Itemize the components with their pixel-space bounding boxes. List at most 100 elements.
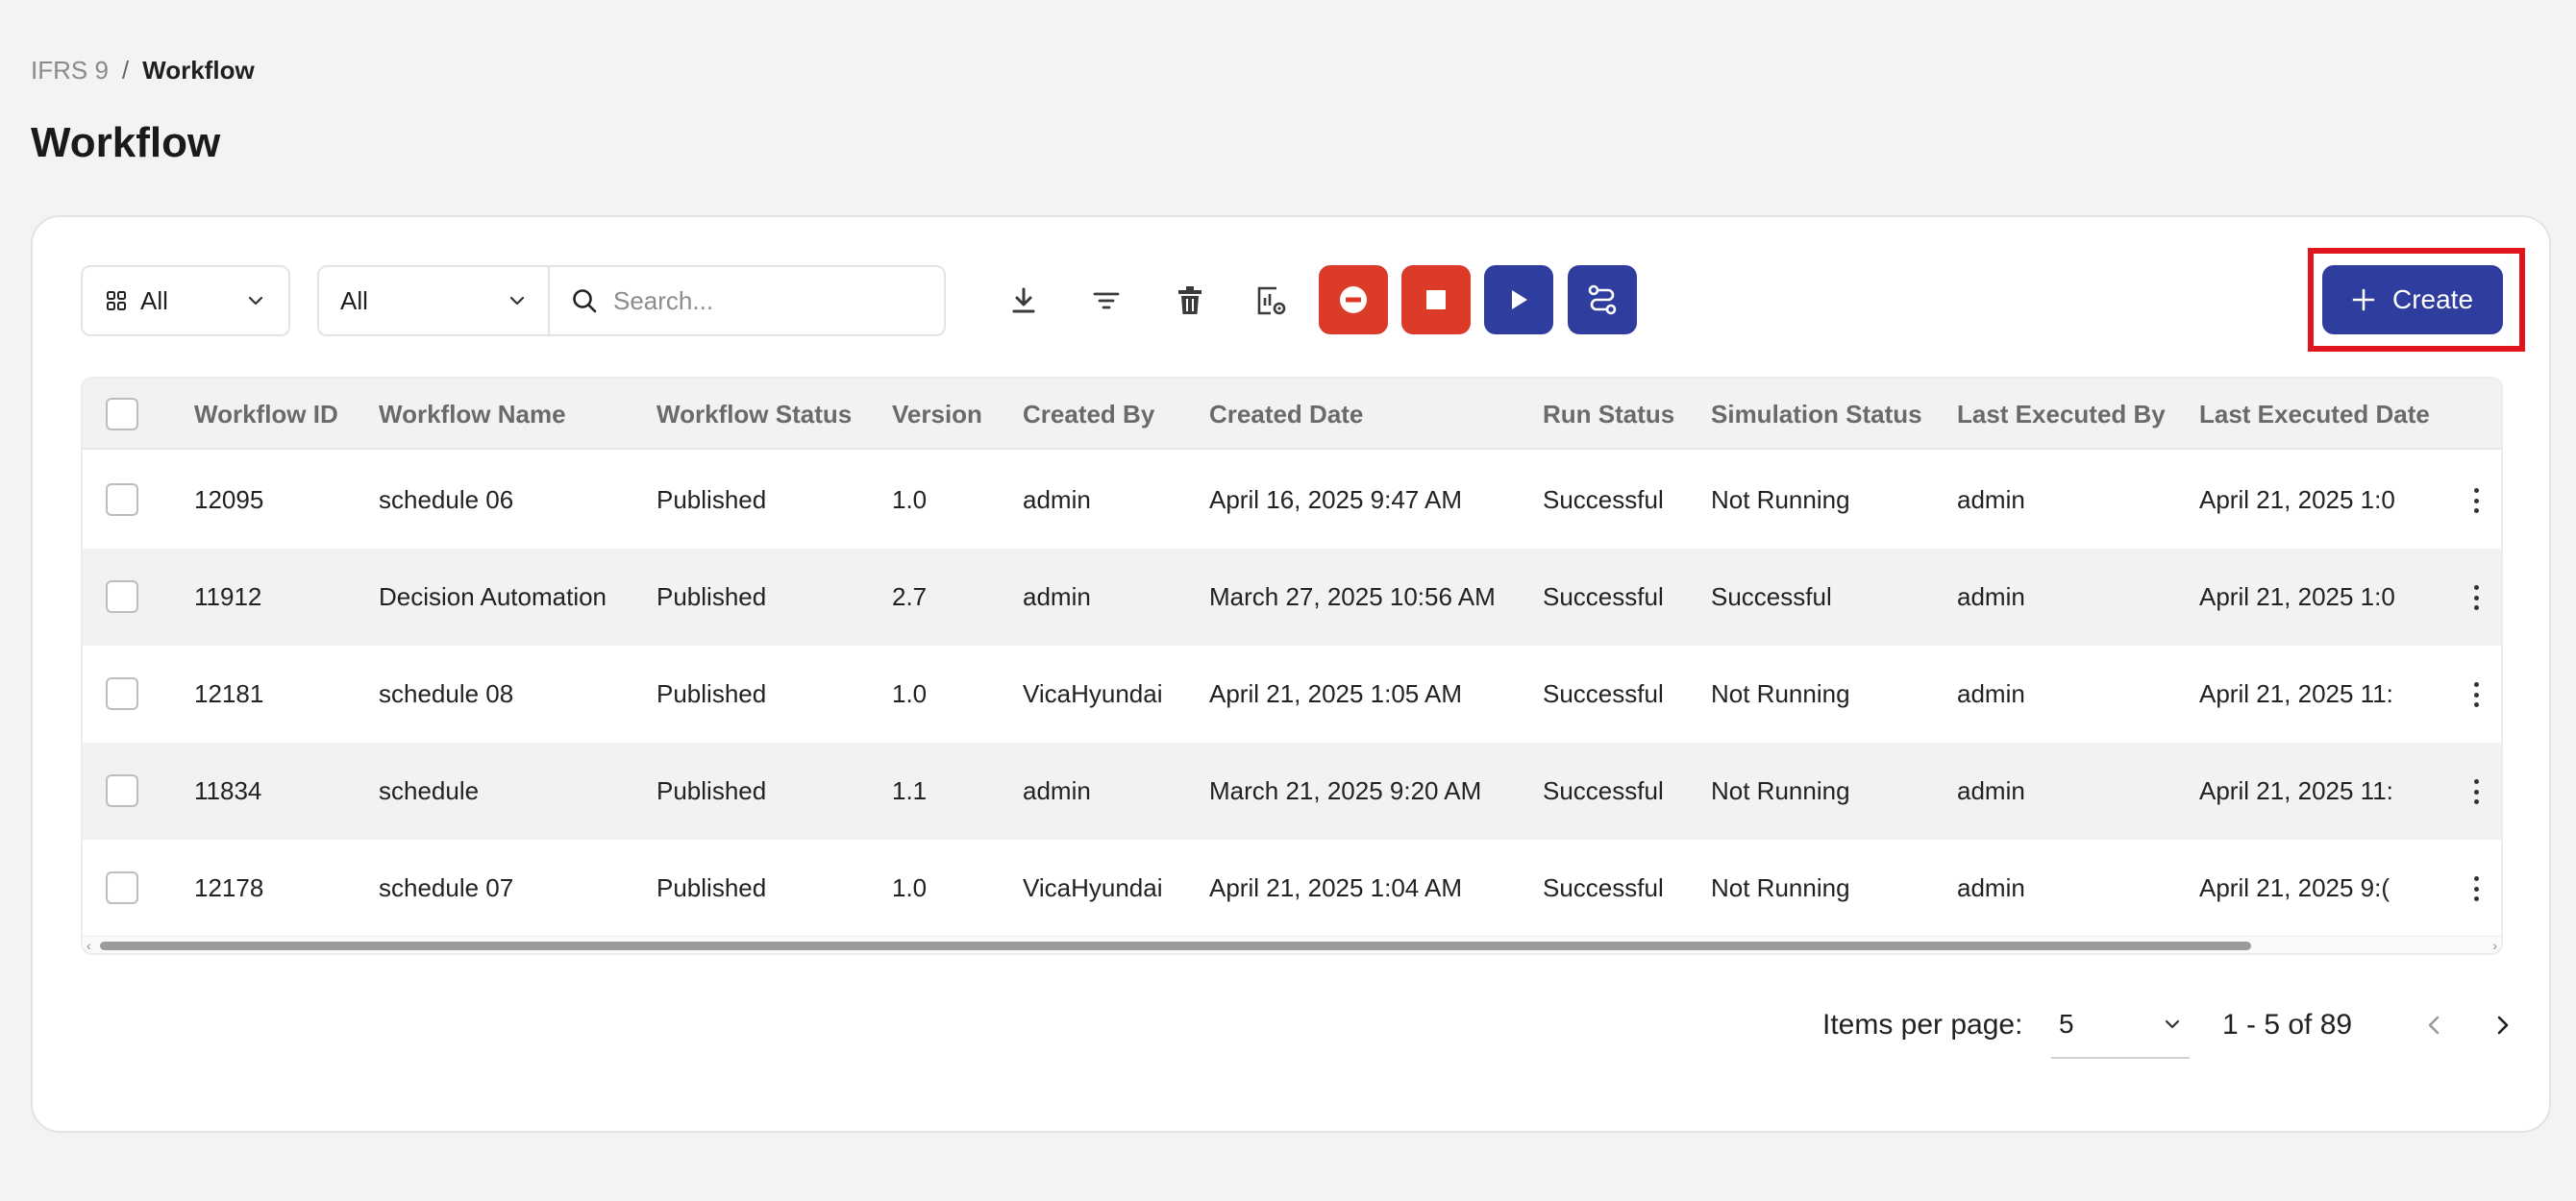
filter-icon[interactable] [1086, 281, 1127, 321]
run-button[interactable] [1484, 265, 1553, 334]
cell-last-executed-date: April 21, 2025 11: [2199, 776, 2393, 805]
cell-created-by: VicaHyundai [1023, 679, 1163, 708]
workflow-card: All All Search... Create Workflow ID Wor… [31, 215, 2551, 1133]
cell-workflow-id: 11834 [194, 776, 262, 805]
column-header-last-executed-by[interactable]: Last Executed By [1957, 379, 2166, 450]
grid-icon [107, 291, 126, 310]
next-page-button[interactable] [2484, 992, 2522, 1059]
row-checkbox[interactable] [106, 677, 138, 710]
cell-last-executed-date: April 21, 2025 11: [2199, 679, 2393, 708]
column-header-created-by[interactable]: Created By [1023, 379, 1154, 450]
cell-created-date: March 27, 2025 10:56 AM [1209, 582, 1496, 611]
cell-version: 2.7 [892, 582, 928, 611]
search-input[interactable] [613, 285, 921, 316]
cell-simulation-status: Successful [1711, 582, 1832, 611]
row-checkbox[interactable] [106, 580, 138, 613]
row-checkbox[interactable] [106, 871, 138, 904]
trash-icon[interactable] [1170, 281, 1210, 321]
chevron-down-icon [2165, 1019, 2180, 1029]
cell-created-by: admin [1023, 485, 1091, 514]
row-checkbox[interactable] [106, 774, 138, 807]
table-row[interactable]: 11912 Decision Automation Published 2.7 … [83, 549, 2501, 646]
cell-workflow-status: Published [656, 485, 767, 514]
cell-run-status: Successful [1543, 485, 1664, 514]
chevron-down-icon [248, 296, 263, 306]
table-row[interactable]: 12181 schedule 08 Published 1.0 VicaHyun… [83, 646, 2501, 743]
horizontal-scrollbar[interactable]: ‹ › [83, 936, 2501, 953]
stop-button[interactable] [1401, 265, 1471, 334]
previous-page-button[interactable] [2415, 992, 2453, 1059]
cell-simulation-status: Not Running [1711, 776, 1850, 805]
cell-simulation-status: Not Running [1711, 485, 1850, 514]
table-row[interactable]: 11834 schedule Published 1.1 admin March… [83, 743, 2501, 840]
cell-last-executed-by: admin [1957, 873, 2025, 902]
plus-icon [2352, 288, 2375, 311]
scroll-left-icon[interactable]: ‹ [87, 937, 91, 953]
filter-select-value: All [340, 285, 368, 315]
cell-version: 1.0 [892, 873, 928, 902]
cell-last-executed-date: April 21, 2025 9:( [2199, 873, 2390, 902]
breadcrumb-current: Workflow [142, 56, 255, 85]
row-menu-icon[interactable] [2470, 876, 2482, 901]
cell-workflow-id: 12095 [194, 485, 264, 514]
column-header-workflow-status[interactable]: Workflow Status [656, 379, 852, 450]
cell-workflow-status: Published [656, 776, 767, 805]
cell-workflow-status: Published [656, 582, 767, 611]
table-row[interactable]: 12095 schedule 06 Published 1.0 admin Ap… [83, 452, 2501, 549]
table-row[interactable]: 12178 schedule 07 Published 1.0 VicaHyun… [83, 840, 2501, 937]
workflow-route-button[interactable] [1568, 265, 1637, 334]
column-header-workflow-name[interactable]: Workflow Name [379, 379, 566, 450]
cell-run-status: Successful [1543, 679, 1664, 708]
column-header-created-date[interactable]: Created Date [1209, 379, 1363, 450]
scrollbar-thumb[interactable] [100, 942, 2251, 950]
cell-version: 1.1 [892, 776, 928, 805]
report-settings-icon[interactable] [1251, 281, 1292, 321]
column-header-run-status[interactable]: Run Status [1543, 379, 1674, 450]
page-title: Workflow [31, 119, 221, 166]
cell-created-date: March 21, 2025 9:20 AM [1209, 776, 1482, 805]
items-per-page-select[interactable]: 5 [2051, 992, 2190, 1059]
cell-run-status: Successful [1543, 873, 1664, 902]
cell-last-executed-date: April 21, 2025 1:0 [2199, 485, 2395, 514]
cell-created-date: April 21, 2025 1:04 AM [1209, 873, 1463, 902]
stop-icon [1426, 290, 1446, 309]
create-button[interactable]: Create [2322, 265, 2503, 334]
cell-run-status: Successful [1543, 776, 1664, 805]
create-button-label: Create [2391, 284, 2474, 314]
play-icon [1512, 290, 1527, 309]
row-menu-icon[interactable] [2470, 585, 2482, 610]
column-header-version[interactable]: Version [892, 379, 982, 450]
cell-last-executed-date: April 21, 2025 1:0 [2199, 582, 2395, 611]
pagination-range: 1 - 5 of 89 [2222, 1009, 2353, 1041]
cell-workflow-name: Decision Automation [379, 582, 607, 611]
view-select[interactable]: All [81, 265, 290, 336]
search-icon [573, 289, 597, 313]
cell-last-executed-by: admin [1957, 582, 2025, 611]
table-header: Workflow ID Workflow Name Workflow Statu… [83, 379, 2501, 450]
cell-created-by: VicaHyundai [1023, 873, 1163, 902]
filter-select[interactable]: All [317, 265, 550, 336]
chevron-left-icon [2428, 1016, 2440, 1035]
row-menu-icon[interactable] [2470, 488, 2482, 513]
cell-workflow-name: schedule 07 [379, 873, 514, 902]
download-icon[interactable] [1003, 281, 1044, 321]
column-header-workflow-id[interactable]: Workflow ID [194, 379, 338, 450]
scroll-right-icon[interactable]: › [2492, 937, 2497, 953]
breadcrumb-separator: / [121, 56, 130, 85]
cell-workflow-id: 11912 [194, 582, 262, 611]
column-header-simulation-status[interactable]: Simulation Status [1711, 379, 1922, 450]
select-all-checkbox[interactable] [106, 398, 138, 430]
cell-last-executed-by: admin [1957, 776, 2025, 805]
workflow-table: Workflow ID Workflow Name Workflow Statu… [81, 377, 2503, 955]
cell-created-date: April 16, 2025 9:47 AM [1209, 485, 1463, 514]
breadcrumb-parent-link[interactable]: IFRS 9 [31, 56, 109, 86]
minus-circle-icon [1340, 286, 1367, 313]
column-header-last-executed-date[interactable]: Last Executed Date [2199, 379, 2430, 450]
cell-created-date: April 21, 2025 1:05 AM [1209, 679, 1463, 708]
cell-last-executed-by: admin [1957, 485, 2025, 514]
row-menu-icon[interactable] [2470, 779, 2482, 804]
row-checkbox[interactable] [106, 483, 138, 516]
row-menu-icon[interactable] [2470, 682, 2482, 707]
disable-button[interactable] [1319, 265, 1388, 334]
cell-last-executed-by: admin [1957, 679, 2025, 708]
